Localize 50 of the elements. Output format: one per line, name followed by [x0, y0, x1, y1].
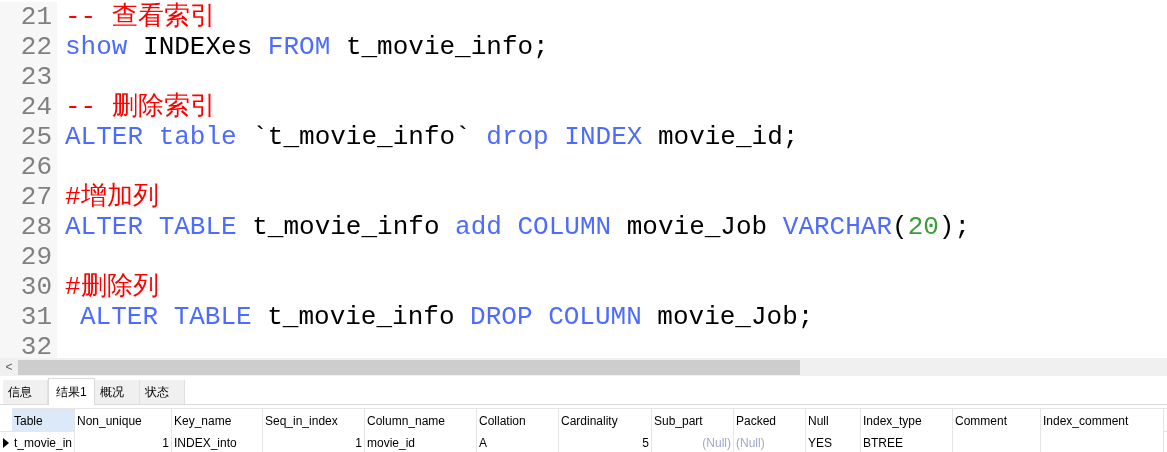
column-header[interactable]: Table — [12, 409, 75, 432]
tab[interactable]: 信息 — [3, 380, 48, 404]
column-header[interactable]: Sub_part — [652, 409, 734, 432]
column-header[interactable]: Column_name — [365, 409, 477, 432]
table-cell: INDEX_into — [172, 432, 263, 452]
column-header[interactable]: Seq_in_index — [263, 409, 365, 432]
line-number: 23 — [20, 64, 52, 90]
tab[interactable]: 概况 — [94, 380, 140, 404]
scrollbar-thumb[interactable] — [18, 359, 800, 375]
table-cell: 5 — [559, 432, 652, 452]
line-number: 31 — [20, 304, 52, 330]
scroll-left-arrow[interactable]: < — [0, 361, 18, 373]
code-line: show INDEXes FROM t_movie_info; — [65, 34, 549, 60]
table-cell: (Null) — [734, 432, 806, 452]
column-header[interactable]: Collation — [477, 409, 559, 432]
tab[interactable]: 状态 — [139, 380, 185, 404]
column-header[interactable]: Null — [806, 409, 861, 432]
line-number: 29 — [20, 244, 52, 270]
column-header[interactable]: Non_unique — [75, 409, 172, 432]
column-header[interactable]: Comment — [953, 409, 1041, 432]
line-number: 26 — [20, 154, 52, 180]
code-line: ALTER table `t_movie_info` drop INDEX movie_id; — [65, 124, 799, 150]
table-cell: 1 — [75, 432, 172, 452]
line-number: 27 — [20, 184, 52, 210]
table-cell: movie_id — [365, 432, 477, 452]
code-line: ALTER TABLE t_movie_info add COLUMN movie_Job VARCHAR(20); — [65, 214, 971, 240]
column-header[interactable]: Index_comment — [1041, 409, 1164, 432]
table-cell: BTREE — [861, 432, 953, 452]
table-cell: (Null) — [652, 432, 734, 452]
line-number: 30 — [20, 274, 52, 300]
line-number: 21 — [20, 4, 52, 30]
table-cell: 1 — [263, 432, 365, 452]
code-line: -- 查看索引 — [65, 4, 216, 30]
line-number: 32 — [20, 334, 52, 358]
table-cell: t_movie_in — [12, 432, 75, 452]
code-line: #增加列 — [65, 184, 159, 210]
line-number: 22 — [20, 34, 52, 60]
code-line: #删除列 — [65, 274, 159, 300]
line-number: 24 — [20, 94, 52, 120]
table-cell: A — [477, 432, 559, 452]
column-header[interactable]: Index_type — [861, 409, 953, 432]
tab[interactable]: 结果1 — [48, 378, 95, 405]
code-line: -- 删除索引 — [65, 94, 216, 120]
line-number: 25 — [20, 124, 52, 150]
table-cell: YES — [806, 432, 861, 452]
code-line: ALTER TABLE t_movie_info DROP COLUMN movie_Job; — [80, 304, 814, 330]
column-header[interactable]: Cardinality — [559, 409, 652, 432]
column-header[interactable]: Packed — [734, 409, 806, 432]
line-number: 28 — [20, 214, 52, 240]
column-header[interactable]: Key_name — [172, 409, 263, 432]
